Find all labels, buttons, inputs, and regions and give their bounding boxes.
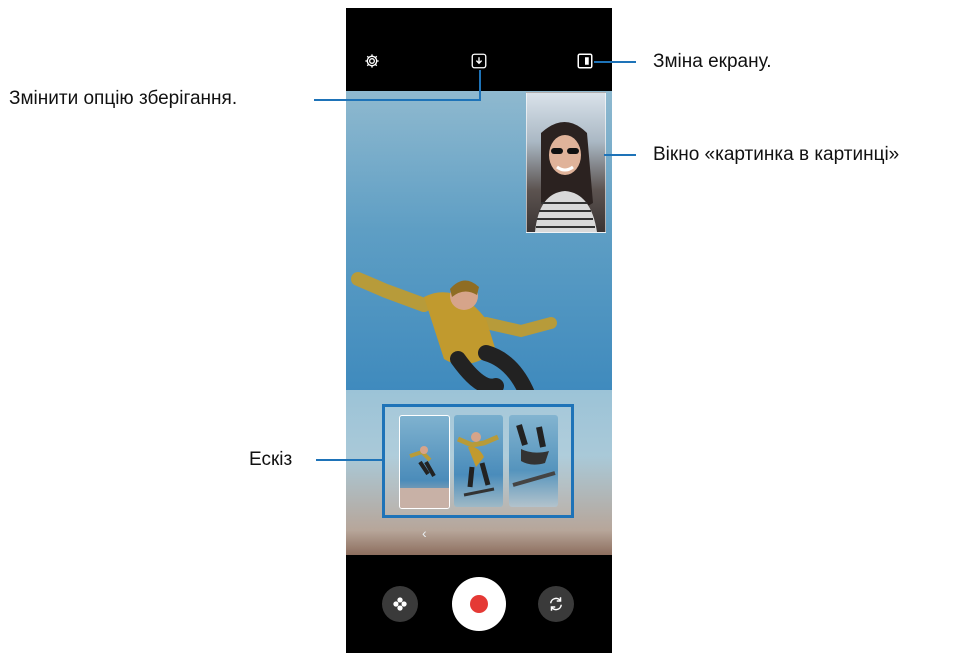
record-button[interactable] [452,577,506,631]
thumbnail-3[interactable] [509,415,558,507]
screen-switch-icon [577,53,593,69]
callout-line-save-horizontal [314,99,481,101]
callout-change-screen: Зміна екрану. [653,51,772,72]
switch-camera-button[interactable] [538,586,574,622]
callout-thumbnail: Ескіз [249,449,293,470]
callout-line-pip [604,154,636,156]
settings-button[interactable] [363,52,381,70]
effects-button[interactable] [382,586,418,622]
callout-line-thumbnail [316,459,382,461]
gear-icon [365,54,379,68]
chevron-left-icon[interactable]: ‹ [422,525,427,541]
callout-change-save-option: Змінити опцію зберігання. [9,88,238,109]
callout-line-save-vertical [479,70,481,101]
thumbnail-strip [382,404,574,518]
record-icon [470,595,488,613]
save-option-button[interactable] [470,52,488,70]
thumbnail-2[interactable] [454,415,503,507]
camera-screen: ‹ [346,8,612,653]
selfie-person [535,122,597,232]
callout-line-screen [594,61,636,63]
callout-pip-window: Вікно «картинка в картинці» [653,144,900,165]
flower-icon [393,597,407,611]
bottom-controls [346,555,612,653]
pip-window[interactable] [526,92,606,233]
download-icon [471,53,487,69]
screen-switch-button[interactable] [576,52,594,70]
camera-switch-icon [550,597,562,611]
thumbnail-1[interactable] [399,415,450,509]
